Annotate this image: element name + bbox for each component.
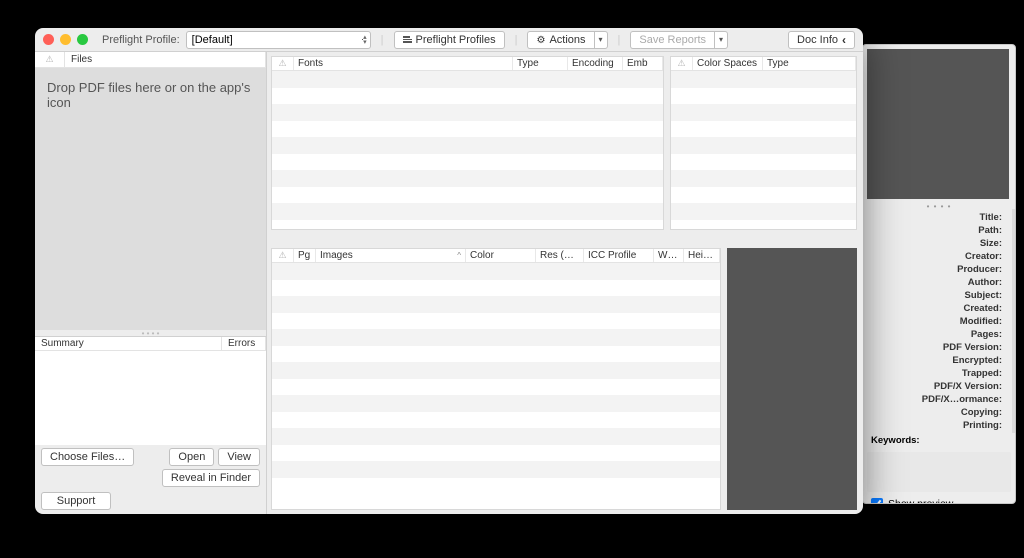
- save-reports-button: Save Reports: [630, 31, 714, 49]
- info-label-producer: Producer:: [957, 263, 1002, 276]
- save-reports-caret: [714, 31, 728, 49]
- doc-info-list: Title: Path: Size: Creator: Producer: Au…: [863, 209, 1015, 433]
- preflight-profile-label: Preflight Profile:: [102, 34, 180, 46]
- files-column-header[interactable]: Files: [65, 52, 266, 67]
- summary-body: [35, 351, 266, 445]
- info-label-created: Created:: [963, 302, 1002, 315]
- fonts-col-fonts[interactable]: Fonts: [294, 57, 513, 70]
- fonts-col-type[interactable]: Type: [513, 57, 568, 70]
- fonts-col-encoding[interactable]: Encoding: [568, 57, 623, 70]
- color-col-type[interactable]: Type: [763, 57, 856, 70]
- actions-button[interactable]: Actions: [527, 31, 593, 49]
- images-col-h[interactable]: Hei…: [684, 249, 720, 262]
- show-preview-checkbox[interactable]: [871, 498, 883, 504]
- window-close-button[interactable]: [43, 34, 54, 45]
- actions-caret[interactable]: [594, 31, 608, 49]
- titlebar: Preflight Profile: [Default] ▴▾ | Prefli…: [35, 28, 863, 52]
- info-label-creator: Creator:: [965, 250, 1002, 263]
- images-col-w[interactable]: W…: [654, 249, 684, 262]
- info-label-trapped: Trapped:: [962, 367, 1002, 380]
- show-preview-toggle[interactable]: Show preview: [863, 496, 1015, 504]
- images-table-body: [272, 263, 720, 509]
- chevron-left-icon: [842, 33, 846, 47]
- doc-info-preview-thumbnail: [867, 49, 1009, 199]
- color-col-spaces[interactable]: Color Spaces: [693, 57, 763, 70]
- fonts-col-emb[interactable]: Emb: [623, 57, 663, 70]
- preflight-profiles-label: Preflight Profiles: [416, 34, 496, 46]
- images-col-res[interactable]: Res (…: [536, 249, 584, 262]
- support-button[interactable]: Support: [41, 492, 111, 510]
- info-label-pdf-version: PDF Version:: [943, 341, 1002, 354]
- view-button[interactable]: View: [218, 448, 260, 466]
- fonts-table-body: [272, 71, 663, 229]
- info-label-modified: Modified:: [960, 315, 1002, 328]
- preflight-profiles-button[interactable]: Preflight Profiles: [394, 31, 505, 49]
- files-table-header: Files: [35, 52, 266, 68]
- warning-icon: [45, 54, 53, 65]
- show-preview-label: Show preview: [888, 498, 953, 504]
- images-col-images[interactable]: Images^: [316, 249, 466, 262]
- info-label-subject: Subject:: [965, 289, 1002, 302]
- warning-icon: [677, 58, 685, 69]
- info-label-pages: Pages:: [971, 328, 1002, 341]
- window-maximize-button[interactable]: [77, 34, 88, 45]
- toolbar-separator: |: [515, 34, 518, 46]
- info-label-output-intents: Output Intents: [937, 432, 1002, 433]
- left-column: Files Drop PDF files here or on the app'…: [35, 52, 267, 514]
- images-col-icc[interactable]: ICC Profile: [584, 249, 654, 262]
- info-label-path: Path:: [978, 224, 1002, 237]
- info-label-pdfx-conformance: PDF/X…ormance:: [922, 393, 1002, 406]
- dropzone-text: Drop PDF files here or on the app's icon: [47, 80, 250, 110]
- open-button[interactable]: Open: [169, 448, 214, 466]
- info-label-author: Author:: [968, 276, 1002, 289]
- info-label-title: Title:: [979, 211, 1002, 224]
- images-table: Pg Images^ Color Res (… ICC Profile W… H…: [271, 248, 721, 510]
- warning-icon: [278, 58, 286, 69]
- keywords-label: Keywords:: [871, 435, 920, 446]
- toolbar-separator: |: [618, 34, 621, 46]
- fonts-table: Fonts Type Encoding Emb: [271, 56, 664, 230]
- color-table-body: [671, 71, 856, 229]
- doc-info-toggle-button[interactable]: Doc Info: [788, 31, 855, 49]
- actions-label: Actions: [549, 34, 585, 46]
- image-preview-pane: [727, 248, 857, 510]
- right-column: Fonts Type Encoding Emb Color Spaces Typ…: [267, 52, 863, 514]
- window-minimize-button[interactable]: [60, 34, 71, 45]
- preflight-profile-dropdown[interactable]: [Default] ▴▾: [186, 31, 371, 49]
- keywords-content: [867, 452, 1011, 492]
- info-label-copying: Copying:: [961, 406, 1002, 419]
- images-col-color[interactable]: Color: [466, 249, 536, 262]
- info-label-encrypted: Encrypted:: [952, 354, 1002, 367]
- save-reports-split-button: Save Reports: [630, 31, 728, 49]
- choose-files-button[interactable]: Choose Files…: [41, 448, 134, 466]
- preflight-profile-value: [Default]: [192, 34, 233, 46]
- toolbar-separator: |: [381, 34, 384, 46]
- dropdown-arrows-icon: ▴▾: [363, 35, 367, 45]
- actions-split-button[interactable]: Actions: [527, 31, 607, 49]
- doc-info-panel: • • • • Title: Path: Size: Creator: Prod…: [862, 44, 1016, 504]
- summary-column-header[interactable]: Summary: [35, 337, 222, 350]
- images-col-pg[interactable]: Pg: [294, 249, 316, 262]
- info-label-pdfx-version: PDF/X Version:: [934, 380, 1002, 393]
- files-dropzone[interactable]: Drop PDF files here or on the app's icon: [35, 68, 266, 330]
- resize-grip[interactable]: • • • •: [863, 203, 1015, 209]
- main-window: Preflight Profile: [Default] ▴▾ | Prefli…: [35, 28, 863, 514]
- sort-ascending-icon: ^: [457, 251, 461, 260]
- save-reports-label: Save Reports: [639, 34, 706, 46]
- gear-icon: [536, 34, 545, 46]
- info-label-printing: Printing:: [963, 419, 1002, 432]
- reveal-in-finder-button[interactable]: Reveal in Finder: [162, 469, 260, 487]
- errors-column-header[interactable]: Errors: [222, 337, 266, 350]
- warning-icon: [278, 250, 286, 261]
- summary-pane: Summary Errors Choose Files… Open View R…: [35, 336, 266, 514]
- doc-info-label: Doc Info: [797, 34, 838, 46]
- color-spaces-table: Color Spaces Type: [670, 56, 857, 230]
- list-icon: [403, 36, 412, 43]
- info-label-size: Size:: [980, 237, 1002, 250]
